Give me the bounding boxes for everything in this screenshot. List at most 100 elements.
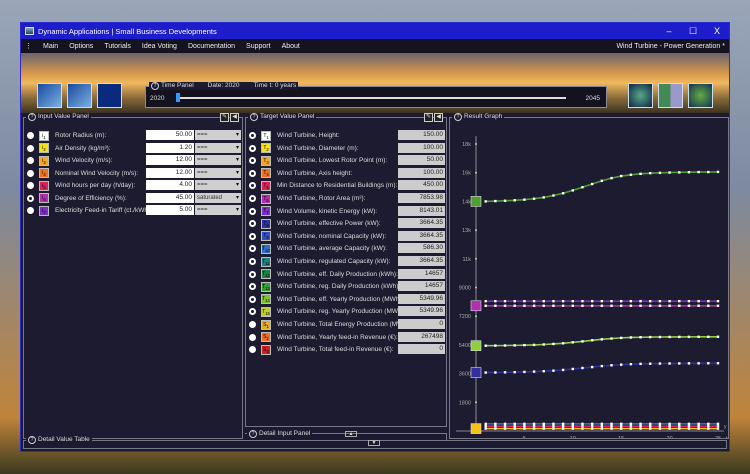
y-tick-label: 13k [462,228,471,234]
select-radio[interactable] [27,157,34,164]
help-icon[interactable]: ? [249,430,257,438]
data-point [707,335,710,339]
expand-down-button[interactable]: ▼ [368,440,380,446]
data-point [707,422,710,426]
select-radio[interactable] [249,283,256,291]
title-bar: Dynamic Applications | Small Business De… [21,23,729,39]
option-dropdown[interactable]: === [195,142,241,153]
data-point [687,425,691,428]
select-radio[interactable] [249,333,256,341]
select-radio[interactable] [249,258,256,265]
data-point [649,335,652,339]
select-radio[interactable] [249,144,256,152]
data-point [610,337,613,340]
menu-options[interactable]: Options [69,43,93,50]
time-panel: ? Time Panel Date: 2020 Time t: 0 years 2… [145,82,607,108]
y-tick-label: 16k [462,171,471,177]
input-label: Electricity Feed-in Tariff (ct./kWh): [55,207,152,214]
target-value-field: 100.00 [398,142,445,153]
data-point [494,299,497,303]
data-point [532,343,536,347]
menu-documentation[interactable]: Documentation [188,43,235,50]
data-point [687,427,691,430]
target-label: Wind Turbine, eff. Yearly Production (MW… [277,295,404,303]
time-slider-thumb[interactable] [176,93,180,102]
menu-support[interactable]: Support [246,43,271,50]
select-radio[interactable] [249,157,256,165]
target-value-field: 50.00 [398,155,445,166]
option-dropdown[interactable]: === [195,130,241,140]
image-grid-button[interactable] [658,83,683,108]
data-point [687,335,691,339]
symbol-badge: i6 [39,193,49,203]
select-radio[interactable] [27,132,34,139]
input-value-field[interactable]: 50.00 [146,130,194,140]
close-button[interactable]: X [705,26,729,37]
data-point [523,299,526,303]
select-radio[interactable] [27,207,34,214]
input-value-field[interactable]: 5.00 [146,205,194,215]
tool-button-2[interactable] [67,83,92,108]
time-slider-track[interactable] [178,97,566,99]
input-value-field[interactable]: 12.00 [146,155,194,165]
select-radio[interactable] [249,346,256,354]
series-line-T13 [485,171,719,203]
input-value-field[interactable]: 1.20 [146,142,194,153]
data-point [523,198,526,201]
select-radio[interactable] [249,270,256,278]
menu-about[interactable]: About [282,43,300,50]
symbol-badge: T10 [261,243,271,254]
input-row: i4 Nominal Wind Velocity (m/s): [27,168,138,179]
edit-icon[interactable]: ✎ [220,113,229,122]
option-dropdown[interactable]: === [195,167,241,178]
data-point [513,425,516,428]
input-value-field[interactable]: 12.00 [146,167,194,178]
select-radio[interactable] [27,194,34,202]
select-radio[interactable] [249,295,256,303]
select-radio[interactable] [249,195,256,202]
help-icon[interactable]: ? [28,113,36,121]
edit-icon[interactable]: ✎ [424,113,433,122]
select-radio[interactable] [249,132,256,139]
select-radio[interactable] [249,308,256,316]
select-radio[interactable] [27,182,34,189]
symbol-badge: T5 [261,180,271,191]
minimize-button[interactable]: – [657,26,681,37]
select-radio[interactable] [249,321,256,328]
tool-button-1[interactable] [37,83,62,108]
help-icon[interactable]: ? [250,113,258,121]
menu-main[interactable]: Main [43,43,58,50]
option-dropdown[interactable]: === [195,205,241,215]
help-icon[interactable]: ? [28,436,36,444]
select-radio[interactable] [249,245,256,253]
option-dropdown[interactable]: === [195,155,241,165]
option-dropdown[interactable]: === [195,180,241,190]
option-dropdown[interactable]: saturated [195,192,241,203]
x-tick-label: 25 [715,436,721,438]
input-row: i7 Electricity Feed-in Tariff (ct./kWh): [27,205,152,216]
collapse-icon[interactable]: ◀ [434,113,443,122]
select-radio[interactable] [27,169,34,177]
select-radio[interactable] [249,182,256,190]
select-radio[interactable] [249,232,256,240]
maximize-button[interactable]: ☐ [681,26,705,37]
tool-button-exit[interactable] [97,83,122,108]
select-radio[interactable] [249,169,256,177]
input-value-field[interactable]: 4.00 [146,180,194,190]
select-radio[interactable] [27,144,34,152]
target-row: T3 Wind Turbine, Lowest Rotor Point (m): [249,155,387,166]
input-value-field[interactable]: 45.00 [146,192,194,203]
globe-button-1[interactable] [628,83,653,108]
select-radio[interactable] [249,207,256,215]
data-point [668,362,671,365]
select-radio[interactable] [249,220,256,228]
y-tick-mark [475,143,477,145]
data-point [513,199,516,202]
collapse-icon[interactable]: ◀ [230,113,239,122]
globe-button-2[interactable] [688,83,713,108]
data-point [610,422,613,426]
help-icon[interactable]: ? [151,82,159,90]
expand-up-button[interactable]: ▲ [345,431,357,437]
menu-tutorials[interactable]: Tutorials [104,43,131,50]
menu-idea-voting[interactable]: Idea Voting [142,43,177,50]
